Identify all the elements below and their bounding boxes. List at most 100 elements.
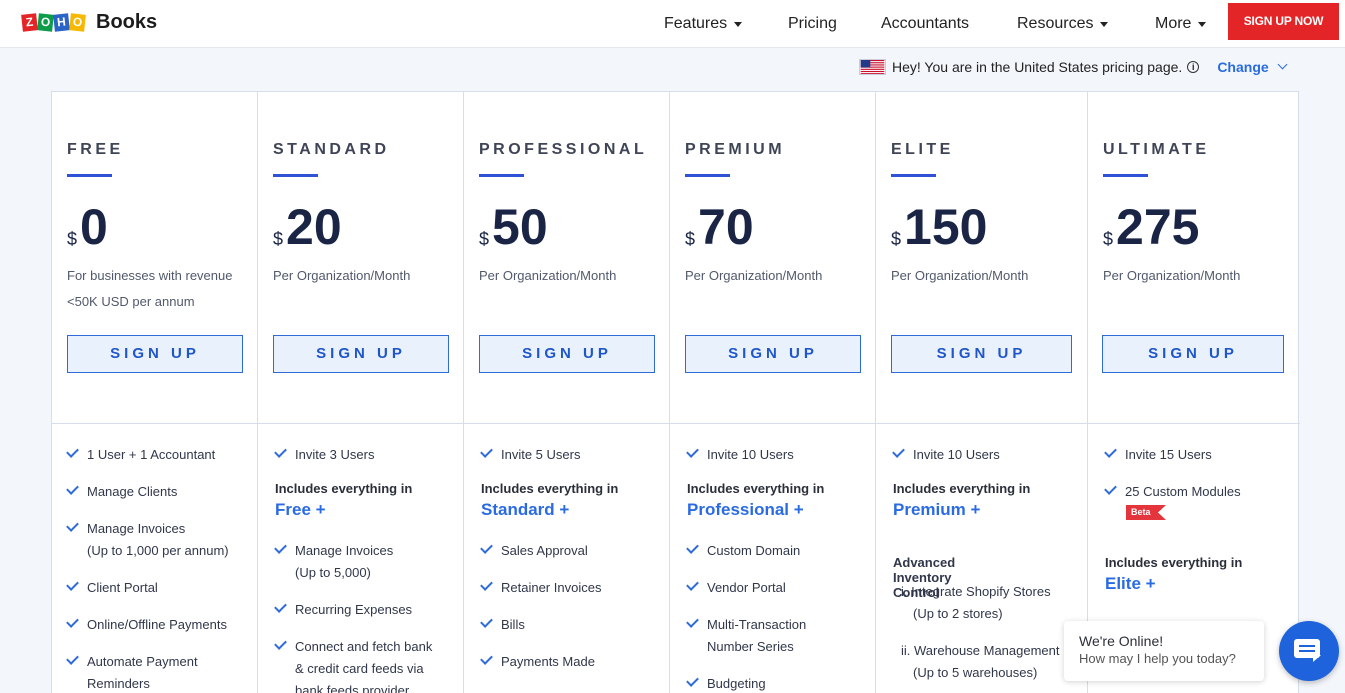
chat-tail-icon [1313,655,1321,662]
plan-billing: Per Organization/Month [1103,263,1240,289]
feature-text: Invite 15 Users [1125,447,1212,462]
includes-label: Includes everything in [275,481,413,496]
feature-text: bank feeds provider [295,683,410,693]
list-item: Bills [480,614,681,636]
list-item: Payments Made [480,651,681,673]
includes-plan-link[interactable]: Premium + [893,500,1093,520]
plan-billing-line: Per Organization/Month [1103,268,1241,283]
includes-plan-link[interactable]: Free + [275,500,475,520]
plan-underline [273,174,318,177]
feature-text: Budgeting [707,676,766,691]
includes-note: Includes everything in Professional + [687,481,887,520]
nav-features[interactable]: Features [664,0,743,48]
plan-underline [891,174,936,177]
includes-plan-link[interactable]: Standard + [481,500,681,520]
nav-accountants[interactable]: Accountants [881,0,969,48]
nav-more[interactable]: More [1155,0,1207,48]
list-item: Invite 10 Users [686,444,887,466]
list-item: Budgeting [686,673,887,693]
chevron-down-icon[interactable] [1277,59,1288,69]
list-item: Client Portal [66,577,267,599]
feature-text: Reminders [87,676,150,691]
us-flag-icon [859,59,886,75]
price-amount: 50 [492,199,548,255]
nav-resources[interactable]: Resources [1017,0,1109,48]
plan-price: $ 0 [67,198,108,256]
plan-free: FREE $ 0 For businesses with revenue <50… [52,92,258,693]
feature-text: Invite 3 Users [295,447,375,462]
price-amount: 20 [286,199,342,255]
plan-name: ELITE [891,141,954,158]
includes-plan-link[interactable]: Elite + [1105,574,1305,594]
region-text: Hey! You are in the United States pricin… [892,59,1183,75]
sign-up-button[interactable]: SIGN UP [685,335,861,373]
list-item: Retainer Invoices [480,577,681,599]
plan-premium: PREMIUM $ 70 Per Organization/Month SIGN… [670,92,876,693]
feature-text: (Up to 5,000) [295,565,371,580]
feature-text: Connect and fetch bank [295,639,433,654]
feature-text: Online/Offline Payments [87,617,227,632]
list-item: i. Integrate Shopify Stores (Up to 2 stor… [901,581,1101,625]
chat-greeting[interactable]: We're Online! How may I help you today? [1064,621,1264,681]
includes-plan-link[interactable]: Professional + [687,500,887,520]
plan-underline [1103,174,1148,177]
sign-up-button[interactable]: SIGN UP [67,335,243,373]
sign-up-now-button[interactable]: SIGN UP NOW [1228,3,1339,40]
plan-name: PREMIUM [685,141,786,158]
plan-billing: Per Organization/Month [479,263,616,289]
list-item: Automate Payment Reminders [66,651,267,693]
plan-underline [67,174,112,177]
list-item: Invite 10 Users [892,444,1093,466]
nav-pricing-label: Pricing [788,15,837,32]
brand-name: Books [96,11,158,33]
region-notice: Hey! You are in the United States pricin… [859,59,1288,75]
nav-more-label: More [1155,15,1192,32]
plan-price: $ 150 [891,198,987,256]
pricing-table: FREE $ 0 For businesses with revenue <50… [51,91,1300,693]
feature-text: Custom Domain [707,543,801,558]
list-item: Manage Clients [66,481,267,503]
chevron-down-icon [734,21,743,27]
info-icon[interactable]: i [1187,61,1200,73]
plan-name: FREE [67,141,124,158]
feature-text: Sales Approval [501,543,588,558]
includes-note: Includes everything in Standard + [481,481,681,520]
zoho-books-logo[interactable]: Z O H O Books [21,11,158,34]
list-item: Recurring Expenses [274,599,475,621]
sign-up-button[interactable]: SIGN UP [891,335,1072,373]
list-item: Multi-Transaction Number Series [686,614,887,658]
nav-pricing[interactable]: Pricing [788,0,837,48]
feature-text: & credit card feeds via [295,661,424,676]
includes-label: Includes everything in [481,481,619,496]
feature-text: Recurring Expenses [295,602,413,617]
plan-underline [479,174,524,177]
logo-letter-z: Z [21,13,38,32]
feature-text: 25 Custom Modules [1125,484,1241,499]
plan-billing: Per Organization/Month [685,263,822,289]
list-item: Manage Invoices (Up to 1,000 per annum) [66,518,267,562]
feature-text: Client Portal [87,580,158,595]
list-item: Vendor Portal [686,577,887,599]
price-amount: 70 [698,199,754,255]
sign-up-button[interactable]: SIGN UP [1102,335,1284,373]
list-item: Sales Approval [480,540,681,562]
plan-name: ULTIMATE [1103,141,1210,158]
currency-symbol: $ [891,229,902,249]
includes-label: Includes everything in [893,481,1031,496]
change-region-link[interactable]: Change [1217,59,1268,75]
feature-text: Number Series [707,639,794,654]
sign-up-button[interactable]: SIGN UP [273,335,449,373]
plan-billing: For businesses with revenue <50K USD per… [67,263,232,315]
price-amount: 275 [1116,199,1200,255]
feature-text: (Up to 1,000 per annum) [87,543,229,558]
list-item: Custom Domain [686,540,887,562]
list-item: Online/Offline Payments [66,614,267,636]
plan-billing-line: Per Organization/Month [685,268,823,283]
nav-features-label: Features [664,15,728,32]
list-item: Manage Invoices (Up to 5,000) [274,540,475,584]
sign-up-button[interactable]: SIGN UP [479,335,655,373]
beta-badge: Beta [1126,505,1166,520]
price-amount: 0 [80,199,108,255]
plan-billing-line: Per Organization/Month [273,268,411,283]
chat-launcher-button[interactable] [1279,621,1339,681]
